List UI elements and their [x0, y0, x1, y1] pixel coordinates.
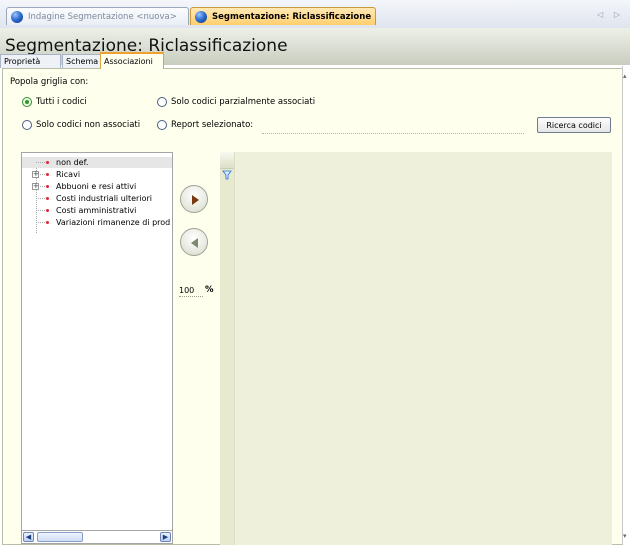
- grid-corner-header[interactable]: [220, 152, 234, 169]
- radio-button[interactable]: [157, 97, 167, 107]
- percent-input-underline: [179, 296, 203, 297]
- globe-icon: [195, 10, 207, 23]
- tab-schema[interactable]: Schema: [62, 54, 101, 68]
- filter-icon[interactable]: [222, 170, 232, 180]
- tree-item[interactable]: Costi amministrativi: [22, 205, 136, 216]
- tree-item[interactable]: Variazioni rimanenze di prod: [22, 217, 170, 228]
- expand-plus-icon[interactable]: +: [32, 183, 39, 190]
- doc-tab-segmentazione[interactable]: Segmentazione: Riclassificazione: [190, 7, 376, 25]
- tree-item-label: Variazioni rimanenze di prod: [56, 218, 171, 227]
- tree-item-label: Ricavi: [56, 170, 81, 179]
- edge-arrow-icon: ▴: [623, 72, 627, 80]
- tab-proprieta[interactable]: Proprietà: [0, 54, 61, 68]
- radio-parzialmente-associati[interactable]: Solo codici parzialmente associati: [157, 97, 315, 107]
- radio-label: Solo codici non associati: [36, 120, 141, 130]
- grid-row-header-column: [220, 152, 235, 545]
- scroll-left-icon[interactable]: ◀: [23, 532, 34, 542]
- tree-item-label: Abbuoni e resi attivi: [56, 182, 137, 191]
- tab-scroll-arrows[interactable]: ◁ ▷: [597, 10, 624, 19]
- populate-label: Popola griglia con:: [10, 77, 89, 87]
- tree-horizontal-scrollbar[interactable]: ◀ ▶: [21, 530, 173, 544]
- arrow-left-icon: [191, 238, 198, 248]
- codes-tree[interactable]: non def. + Ricavi + Abbuoni e resi attiv…: [21, 152, 173, 544]
- tree-connector: [40, 174, 45, 175]
- tab-associazioni[interactable]: Associazioni: [100, 52, 164, 69]
- tree-item[interactable]: Costi industriali ulteriori: [22, 193, 152, 204]
- radio-label: Report selezionato:: [171, 120, 254, 130]
- radio-label: Solo codici parzialmente associati: [171, 97, 316, 107]
- associations-grid[interactable]: [220, 152, 612, 545]
- associate-button[interactable]: [180, 185, 208, 213]
- tree-connector: [36, 222, 45, 223]
- doc-tab-label: Segmentazione: Riclassificazione: [212, 11, 372, 22]
- radio-report-selezionato[interactable]: Report selezionato:: [157, 120, 253, 130]
- arrow-right-icon: [192, 195, 199, 205]
- radio-button-checked[interactable]: [22, 97, 32, 107]
- percent-sign: %: [205, 285, 214, 295]
- tree-connector: [36, 162, 45, 163]
- globe-icon: [11, 10, 23, 23]
- tree-item-label: Costi amministrativi: [56, 206, 137, 215]
- radio-label: Tutti i codici: [36, 97, 87, 107]
- document-tabs-bar: Indagine Segmentazione <nuova> Segmentaz…: [0, 0, 630, 29]
- radio-non-associati[interactable]: Solo codici non associati: [22, 120, 140, 130]
- bullet-icon: [46, 209, 49, 212]
- bullet-icon: [46, 161, 49, 164]
- doc-tab-indagine[interactable]: Indagine Segmentazione <nuova>: [6, 7, 189, 25]
- expand-plus-icon[interactable]: +: [32, 171, 39, 178]
- tree-item-label: Costi industriali ulteriori: [56, 194, 152, 203]
- bullet-icon: [46, 221, 49, 224]
- tree-connector: [40, 186, 45, 187]
- tree-item[interactable]: + Abbuoni e resi attivi: [22, 181, 136, 192]
- right-edge-scrollbar[interactable]: [622, 66, 630, 545]
- tree-item-label: non def.: [56, 158, 89, 167]
- scroll-thumb[interactable]: [37, 532, 83, 542]
- ricerca-codici-button[interactable]: Ricerca codici: [537, 117, 611, 133]
- disassociate-button[interactable]: [180, 228, 208, 256]
- doc-tab-label: Indagine Segmentazione <nuova>: [28, 11, 177, 22]
- bullet-icon: [46, 197, 49, 200]
- tree-connector: [36, 198, 45, 199]
- radio-tutti-i-codici[interactable]: Tutti i codici: [22, 97, 87, 107]
- edge-arrow-icon: ▾: [623, 532, 627, 540]
- tree-connector: [36, 210, 45, 211]
- tree-item[interactable]: non def.: [22, 157, 172, 168]
- report-selector-field[interactable]: [262, 133, 524, 134]
- bullet-icon: [46, 173, 49, 176]
- scroll-right-icon[interactable]: ▶: [160, 532, 171, 542]
- bullet-icon: [46, 185, 49, 188]
- radio-button[interactable]: [157, 120, 167, 130]
- radio-button[interactable]: [22, 120, 32, 130]
- tree-item[interactable]: + Ricavi: [22, 169, 80, 180]
- percent-input[interactable]: 100: [179, 286, 194, 295]
